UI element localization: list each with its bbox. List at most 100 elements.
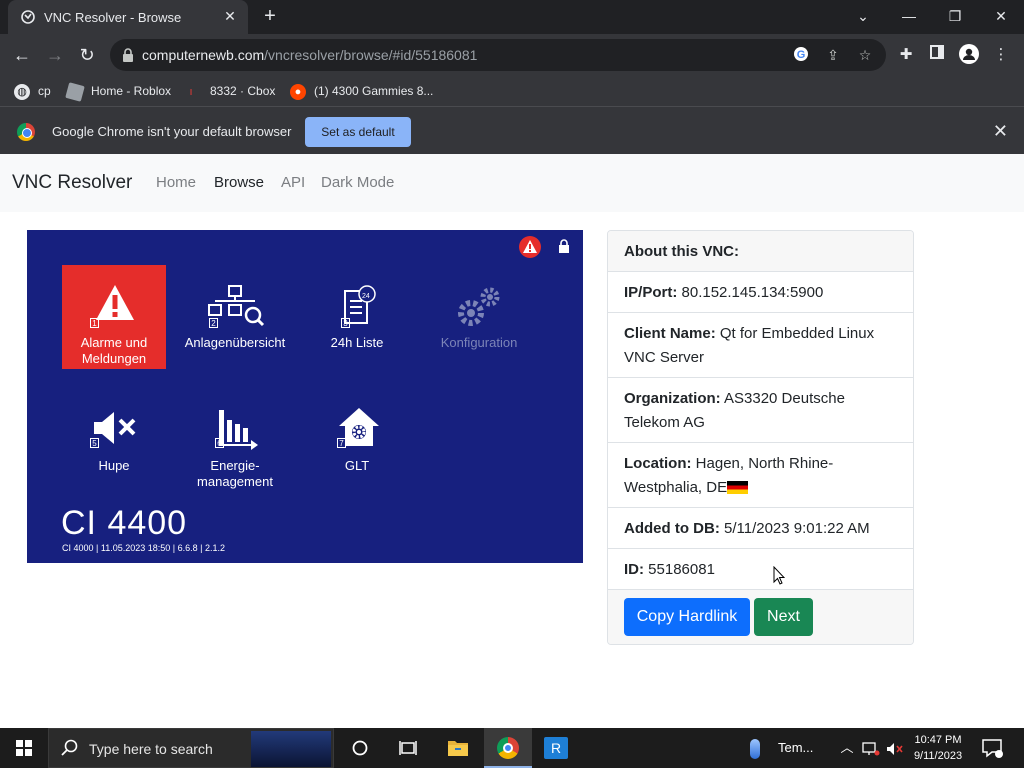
windows-taskbar: Type here to search R Tem... ︿ 10:47 PM …	[0, 728, 1024, 768]
bookmark-star-icon[interactable]: ☆	[856, 46, 874, 64]
infobar-close-icon[interactable]: ✕	[993, 121, 1008, 142]
remote-app-icon: R	[544, 737, 568, 759]
card-footer: Copy Hardlink Next	[608, 590, 913, 644]
chrome-icon-center	[503, 743, 513, 753]
info-value: 80.152.145.134:5900	[681, 284, 824, 301]
google-icon[interactable]: G	[792, 46, 810, 64]
tile-label: Anlagenübersicht	[184, 335, 286, 350]
bookmark-label: Home - Roblox	[91, 84, 172, 98]
nav-home[interactable]: Home	[156, 174, 196, 191]
weather-label: Tem...	[778, 740, 814, 755]
svg-text:G: G	[797, 49, 806, 61]
start-button[interactable]	[0, 728, 48, 768]
tile-energy-management[interactable]: 6 Energie- management	[183, 390, 287, 494]
roblox-icon	[65, 82, 85, 102]
network-icon[interactable]	[862, 728, 880, 768]
vnc-app-button[interactable]: R	[532, 728, 580, 768]
window-close-button[interactable]: ✕	[978, 0, 1024, 32]
nav-api[interactable]: API	[281, 174, 305, 191]
tray-chevron-icon[interactable]: ︿	[840, 728, 854, 768]
site-brand[interactable]: VNC Resolver	[12, 172, 132, 194]
info-client-name: Client Name: Qt for Embedded Linux VNC S…	[608, 313, 913, 378]
copy-hardlink-button[interactable]: Copy Hardlink	[624, 598, 750, 636]
device-title: CI 4400	[61, 504, 188, 542]
browser-tab[interactable]: VNC Resolver - Browse ✕	[8, 0, 248, 34]
bookmark-item[interactable]: Home - Roblox	[65, 82, 172, 102]
info-location: Location: Hagen, North Rhine-Westphalia,…	[608, 443, 913, 508]
tile-glt[interactable]: 7 GLT	[305, 390, 409, 494]
next-button[interactable]: Next	[754, 598, 813, 636]
tile-label: Hupe	[98, 458, 130, 473]
tile-plant-overview[interactable]: 2 Anlagenübersicht	[183, 265, 287, 369]
chrome-taskbar-button[interactable]	[484, 728, 532, 768]
url-domain: computernewb.com	[142, 47, 265, 63]
tile-configuration[interactable]: Konfiguration	[427, 265, 531, 369]
bookmark-item[interactable]: ı 8332 · Cbox	[186, 82, 275, 100]
share-icon[interactable]: ⇪	[824, 46, 842, 64]
tile-horn[interactable]: 5 Hupe	[62, 390, 166, 494]
set-as-default-button[interactable]: Set as default	[305, 117, 411, 147]
bookmarks-bar: ◍ cp Home - Roblox ı 8332 · Cbox ● (1) 4300…	[0, 76, 1024, 106]
search-highlight-image	[251, 731, 331, 767]
tile-label: Konfiguration	[440, 335, 518, 350]
side-panel-icon[interactable]	[926, 44, 948, 66]
new-tab-button[interactable]: +	[258, 4, 282, 28]
screen-lock-icon	[559, 239, 569, 253]
back-button[interactable]: ←	[9, 42, 35, 68]
taskbar-clock[interactable]: 10:47 PM 9/11/2023	[908, 732, 968, 764]
clock-date: 9/11/2023	[913, 750, 963, 762]
cortana-button[interactable]	[336, 728, 384, 768]
alarm-warning-icon	[96, 285, 134, 320]
info-label: Client Name:	[624, 325, 716, 342]
clock-time: 10:47 PM	[914, 734, 962, 746]
info-label: Added to DB:	[624, 520, 720, 537]
minimize-button[interactable]: —	[886, 0, 932, 32]
notifications-icon[interactable]	[980, 736, 1004, 760]
clock-badge: 24	[362, 293, 370, 300]
weather-widget[interactable]: Tem...	[750, 728, 813, 768]
tile-number: 7	[337, 438, 346, 448]
tile-24h-list[interactable]: 24 3 24h Liste	[305, 265, 409, 369]
reddit-icon: ●	[290, 83, 306, 100]
card-header: About this VNC:	[608, 231, 913, 272]
reload-button[interactable]: ↻	[74, 42, 100, 68]
tile-label: 24h Liste	[330, 335, 384, 350]
tile-number: 1	[90, 318, 99, 328]
cbox-icon: ı	[189, 85, 193, 98]
restore-button[interactable]: ❐	[932, 0, 978, 32]
forward-button[interactable]: →	[42, 42, 68, 68]
tile-number: 5	[90, 438, 99, 448]
volume-muted-icon[interactable]	[886, 728, 904, 768]
profile-avatar-icon[interactable]	[958, 44, 980, 66]
bookmark-label: cp	[38, 84, 51, 98]
tile-label: Alarme und	[80, 335, 148, 350]
tile-alarms[interactable]: 1 Alarme und Meldungen	[62, 265, 166, 369]
bookmark-item[interactable]: ◍ cp	[14, 82, 51, 100]
mouse-cursor-icon	[773, 566, 785, 585]
search-icon	[61, 739, 78, 756]
lock-icon	[123, 48, 133, 62]
file-explorer-button[interactable]	[434, 728, 482, 768]
windows-logo-icon	[16, 740, 32, 756]
tile-label: Meldungen	[81, 351, 147, 366]
cortana-circle-icon	[352, 740, 368, 756]
tab-search-chevron-icon[interactable]: ⌄	[840, 0, 886, 32]
bookmark-label: (1) 4300 Gammies 8...	[314, 84, 434, 98]
tile-number: 2	[209, 318, 218, 328]
info-added-to-db: Added to DB: 5/11/2023 9:01:22 AM	[608, 508, 913, 549]
browser-toolbar: ← → ↻ computernewb.com/vncresolver/brows…	[0, 34, 1024, 76]
tab-close-icon[interactable]: ✕	[222, 8, 238, 24]
nav-browse[interactable]: Browse	[214, 174, 264, 191]
extensions-puzzle-icon[interactable]: ✚	[895, 44, 917, 66]
bookmark-label: 8332 · Cbox	[210, 84, 276, 98]
info-label: Location:	[624, 455, 692, 472]
bookmark-item[interactable]: ● (1) 4300 Gammies 8...	[290, 82, 433, 100]
nav-dark-mode[interactable]: Dark Mode	[321, 174, 394, 191]
web-page: VNC Resolver Home Browse API Dark Mode 1…	[0, 154, 1024, 728]
menu-kebab-icon[interactable]: ⋮	[990, 44, 1012, 66]
vnc-screenshot: 1 Alarme und Meldungen 2 Anlagenübersich…	[27, 230, 583, 563]
tile-number: 6	[215, 438, 224, 448]
task-view-button[interactable]	[384, 728, 432, 768]
address-bar[interactable]: computernewb.com/vncresolver/browse/#id/…	[110, 39, 886, 71]
taskbar-search-box[interactable]: Type here to search	[48, 728, 334, 768]
